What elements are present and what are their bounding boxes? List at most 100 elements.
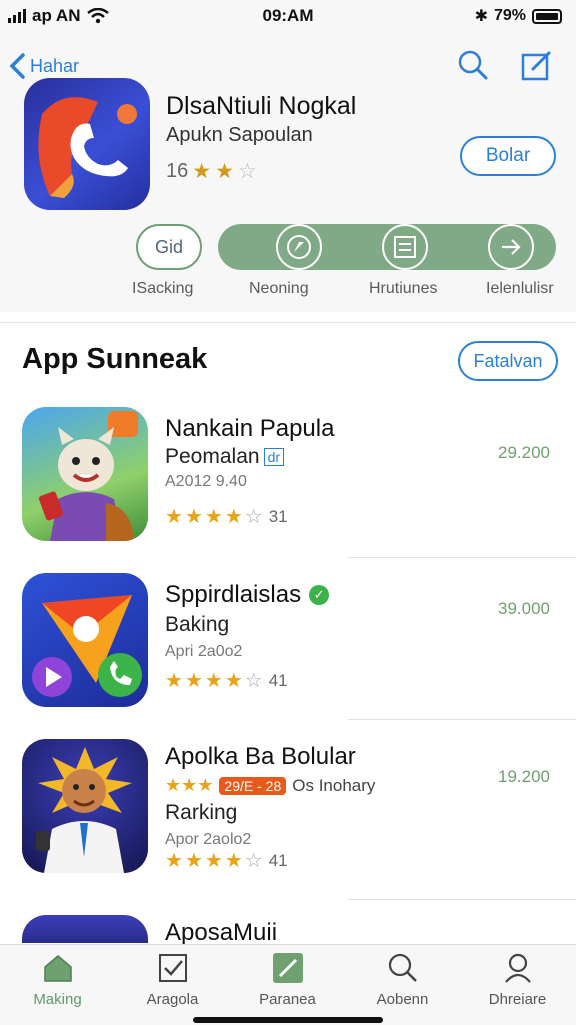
star-icon: ★ xyxy=(165,670,183,692)
app-subtitle: Baking xyxy=(165,613,230,636)
tab-label: Aragola xyxy=(146,991,199,1008)
star-icon: ★ xyxy=(184,670,203,692)
app-stars: ★ ★ ★ ★ ☆ 41 xyxy=(165,671,288,691)
app-subtitle-row: Peomalan dr xyxy=(165,445,285,469)
star-icon: ★ xyxy=(184,506,203,528)
compose-icon xyxy=(521,51,551,81)
app-price[interactable]: 39.000 xyxy=(498,599,550,619)
quick-action-bar xyxy=(218,224,556,270)
tab-label: Dhreiare xyxy=(488,991,547,1008)
divider xyxy=(348,719,576,720)
star-icon: ★ xyxy=(215,160,234,183)
tab-bar: Making Aragola Paranea Aobenn Dhreiare xyxy=(0,944,576,1025)
tab-label: Making xyxy=(33,991,82,1008)
status-bar: ap AN 09:AM ✱ 79% xyxy=(0,0,576,34)
star-empty-icon: ☆ xyxy=(244,506,263,528)
battery-percent: 79% xyxy=(493,7,526,24)
rating-count: 41 xyxy=(268,851,288,870)
compose-button[interactable] xyxy=(520,48,554,82)
tab-paranea[interactable]: Paranea xyxy=(230,951,345,1021)
app-list-section: App Sunneak Fatalvan Nankain Papula Peom… xyxy=(0,322,576,946)
app-name: Apolka Ba Bolular xyxy=(165,743,356,770)
app-date: Apri 2a0o2 xyxy=(165,643,243,660)
phone-logo-icon xyxy=(38,97,137,198)
list-icon xyxy=(394,236,416,258)
app-rating: 16 ★ ★ ☆ xyxy=(166,160,257,183)
back-label: Hahar xyxy=(30,55,80,76)
tab-label: Aobenn xyxy=(376,991,429,1008)
star-empty-icon: ☆ xyxy=(237,160,257,183)
promo-tag: 29/E - 28 xyxy=(219,776,287,795)
star-icon: ★ xyxy=(165,850,183,872)
bluetooth-icon: ✱ xyxy=(474,8,488,25)
quick-action-label: Hrutiunes xyxy=(369,280,438,297)
star-icon: ★ xyxy=(192,160,212,183)
rating-count: 31 xyxy=(268,507,288,526)
home-indicator xyxy=(193,1017,383,1023)
app-price[interactable]: 29.200 xyxy=(498,443,550,463)
app-date: A2012 9.40 xyxy=(165,473,247,490)
tab-label: Paranea xyxy=(259,991,316,1008)
star-icon: ★ xyxy=(224,506,243,528)
star-empty-icon: ☆ xyxy=(244,670,263,692)
star-icon: ★ xyxy=(224,850,243,872)
character-man-icon xyxy=(36,747,132,873)
arrow-right-icon xyxy=(502,239,521,255)
list-button[interactable] xyxy=(382,224,428,270)
tab-aragola[interactable]: Aragola xyxy=(115,951,230,1021)
app-subtitle: Rarking xyxy=(165,801,238,824)
divider xyxy=(348,557,576,558)
app-subtitle: Peomalan xyxy=(165,445,260,468)
star-icon: ★ xyxy=(204,670,223,692)
star-empty-icon: ☆ xyxy=(244,850,263,872)
star-icon: ★ xyxy=(204,506,223,528)
search-icon xyxy=(386,951,420,985)
app-stars: ★ ★ ★ ★ ☆ 31 xyxy=(165,507,288,527)
tab-making[interactable]: Making xyxy=(0,951,115,1021)
play-call-logo-icon xyxy=(32,595,142,697)
featured-app-icon[interactable] xyxy=(24,78,150,210)
app-name: AposaMuii xyxy=(165,919,278,946)
quick-action-label: Neoning xyxy=(249,280,309,297)
chart-icon xyxy=(271,951,305,985)
rating-value: 16 xyxy=(166,160,189,182)
chevron-left-icon xyxy=(9,53,25,79)
quick-action-outline[interactable]: Gid xyxy=(136,224,202,270)
tab-aobenn[interactable]: Aobenn xyxy=(345,951,460,1021)
app-icon xyxy=(22,739,148,873)
app-icon xyxy=(22,915,148,943)
app-icon xyxy=(22,573,148,707)
app-subtitle: Apukn Sapoulan xyxy=(166,124,313,146)
app-extra: Os Inohary xyxy=(292,775,376,795)
get-button[interactable]: Bolar xyxy=(460,136,556,176)
app-date: Apor 2aolo2 xyxy=(165,831,252,848)
app-tag-row: ★★★ 29/E - 28 Os Inohary xyxy=(165,775,375,796)
quick-actions: Gid xyxy=(0,224,576,274)
section-title: App Sunneak xyxy=(22,343,208,375)
app-name: Sppirdlaislas xyxy=(165,581,302,608)
tab-dhreiare[interactable]: Dhreiare xyxy=(460,951,575,1021)
app-stars: ★ ★ ★ ★ ☆ 41 xyxy=(165,851,288,871)
search-icon xyxy=(458,50,488,80)
checkbox-icon xyxy=(156,951,190,985)
quick-action-label: ISacking xyxy=(132,280,194,297)
star-icon: ★ xyxy=(224,670,243,692)
app-name-row: Sppirdlaislas ✓ xyxy=(165,581,330,609)
compass-icon xyxy=(287,235,311,259)
battery-icon xyxy=(532,8,562,24)
forward-button[interactable] xyxy=(488,224,534,270)
quick-action-labels: ISacking Neoning Hrutiunes Ielenlulisr xyxy=(0,280,576,302)
back-button[interactable]: Hahar xyxy=(8,52,79,80)
section-button[interactable]: Fatalvan xyxy=(458,341,558,381)
compass-button[interactable] xyxy=(276,224,322,270)
star-icon: ★★★ xyxy=(165,775,214,795)
cartoon-character-icon xyxy=(38,411,138,541)
star-icon: ★ xyxy=(204,850,223,872)
star-icon: ★ xyxy=(184,850,203,872)
app-price[interactable]: 19.200 xyxy=(498,767,550,787)
verified-icon: ✓ xyxy=(309,585,330,605)
search-button[interactable] xyxy=(456,48,490,82)
profile-icon xyxy=(501,951,535,985)
quick-action-label: Ielenlulisr xyxy=(486,280,554,297)
app-title: DlsaNtiuli Nogkal xyxy=(166,92,357,120)
